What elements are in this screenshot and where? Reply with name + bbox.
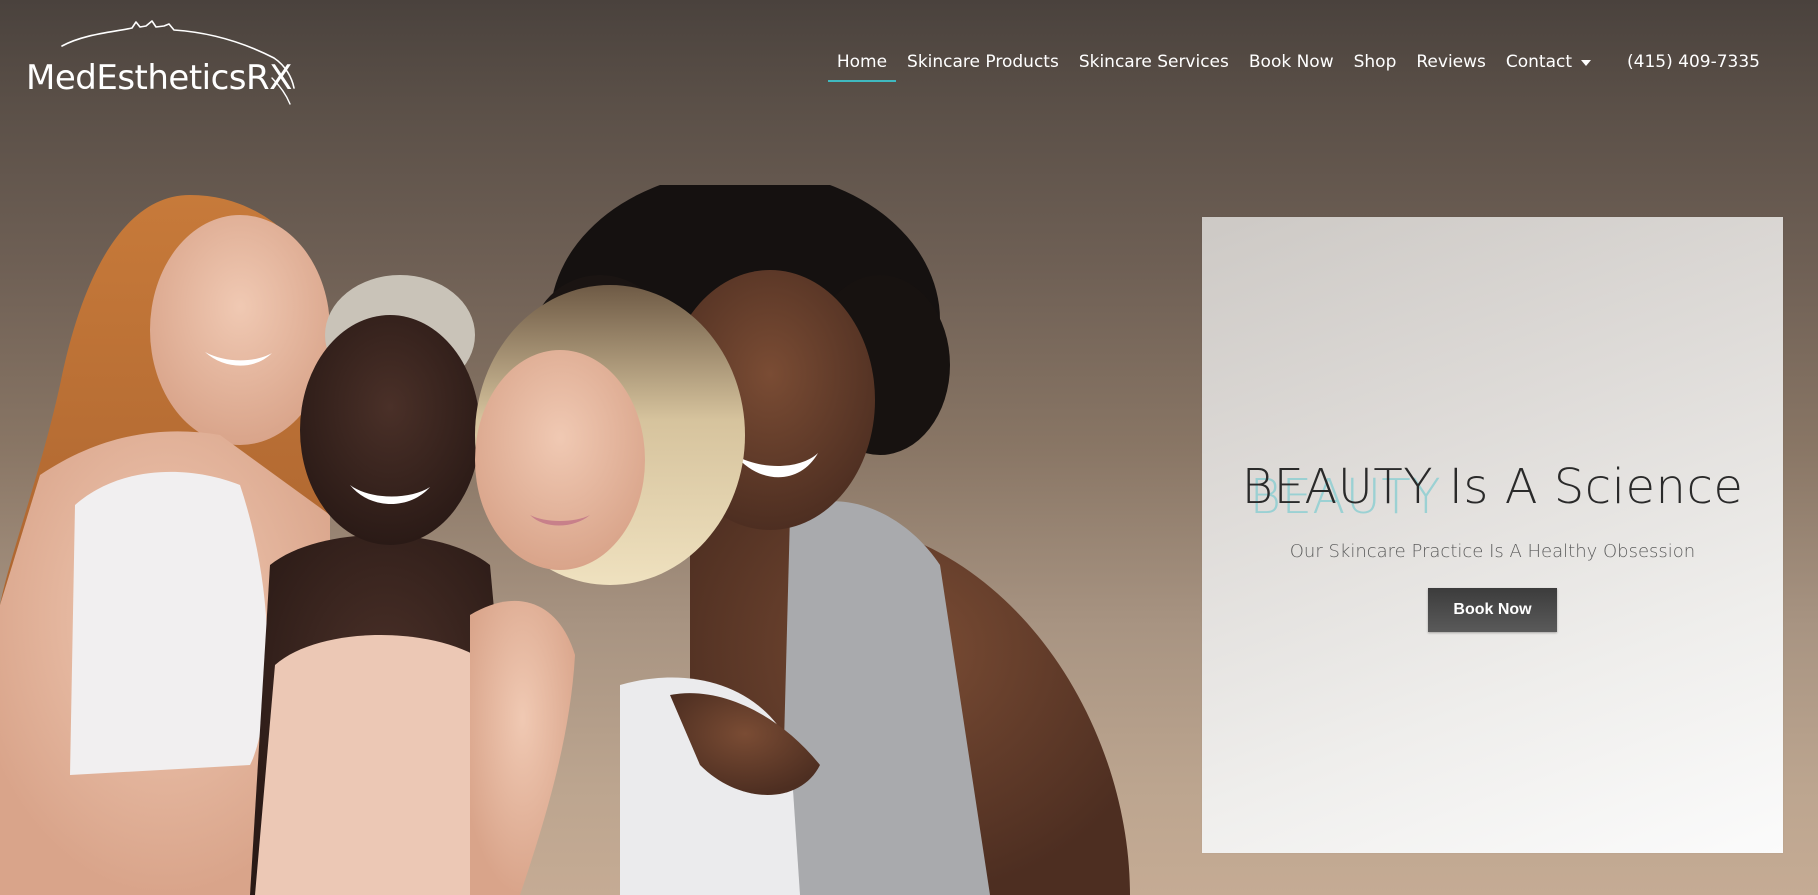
nav-skincare-services-label: Skincare Services — [1078, 52, 1229, 72]
nav-skincare-products[interactable]: Skincare Products — [897, 50, 1069, 74]
nav-shop-label: Shop — [1353, 52, 1397, 72]
nav-contact[interactable]: Contact — [1496, 50, 1601, 74]
site-header: MedEstheticsRX Home Skincare Products Sk… — [0, 0, 1818, 130]
logo-wordmark: MedEstheticsRX — [26, 58, 292, 98]
hero-heading-accent-wrap: BEAUTY BEAUTY — [1241, 459, 1441, 525]
nav-reviews[interactable]: Reviews — [1406, 50, 1496, 74]
nav-reviews-label: Reviews — [1416, 52, 1486, 72]
hero-heading-rest: Is A Science — [1433, 459, 1744, 516]
nav-skincare-services[interactable]: Skincare Services — [1069, 50, 1239, 74]
hero-photo-image — [0, 185, 1130, 895]
nav-home[interactable]: Home — [827, 50, 897, 82]
nav-phone-link[interactable]: (415) 409-7335 — [1617, 50, 1770, 74]
hero-heading: BEAUTY BEAUTY Is A Science — [1202, 459, 1783, 525]
hero-photo — [0, 185, 1140, 895]
nav-shop[interactable]: Shop — [1344, 50, 1407, 74]
nav-book-now[interactable]: Book Now — [1239, 50, 1344, 74]
hero-heading-accent: BEAUTY — [1241, 459, 1434, 516]
nav-contact-label: Contact — [1505, 52, 1573, 72]
book-now-button[interactable]: Book Now — [1428, 588, 1557, 632]
site-logo[interactable]: MedEstheticsRX — [24, 18, 300, 106]
main-nav: Home Skincare Products Skincare Services… — [827, 50, 1770, 82]
hero-subheading: Our Skincare Practice Is A Healthy Obses… — [1289, 541, 1696, 562]
nav-skincare-products-label: Skincare Products — [907, 52, 1059, 72]
nav-book-now-label: Book Now — [1248, 52, 1334, 72]
nav-home-label: Home — [836, 52, 888, 72]
hero-card: BEAUTY BEAUTY Is A Science Our Skincare … — [1202, 217, 1783, 853]
chevron-down-icon — [1581, 60, 1592, 66]
